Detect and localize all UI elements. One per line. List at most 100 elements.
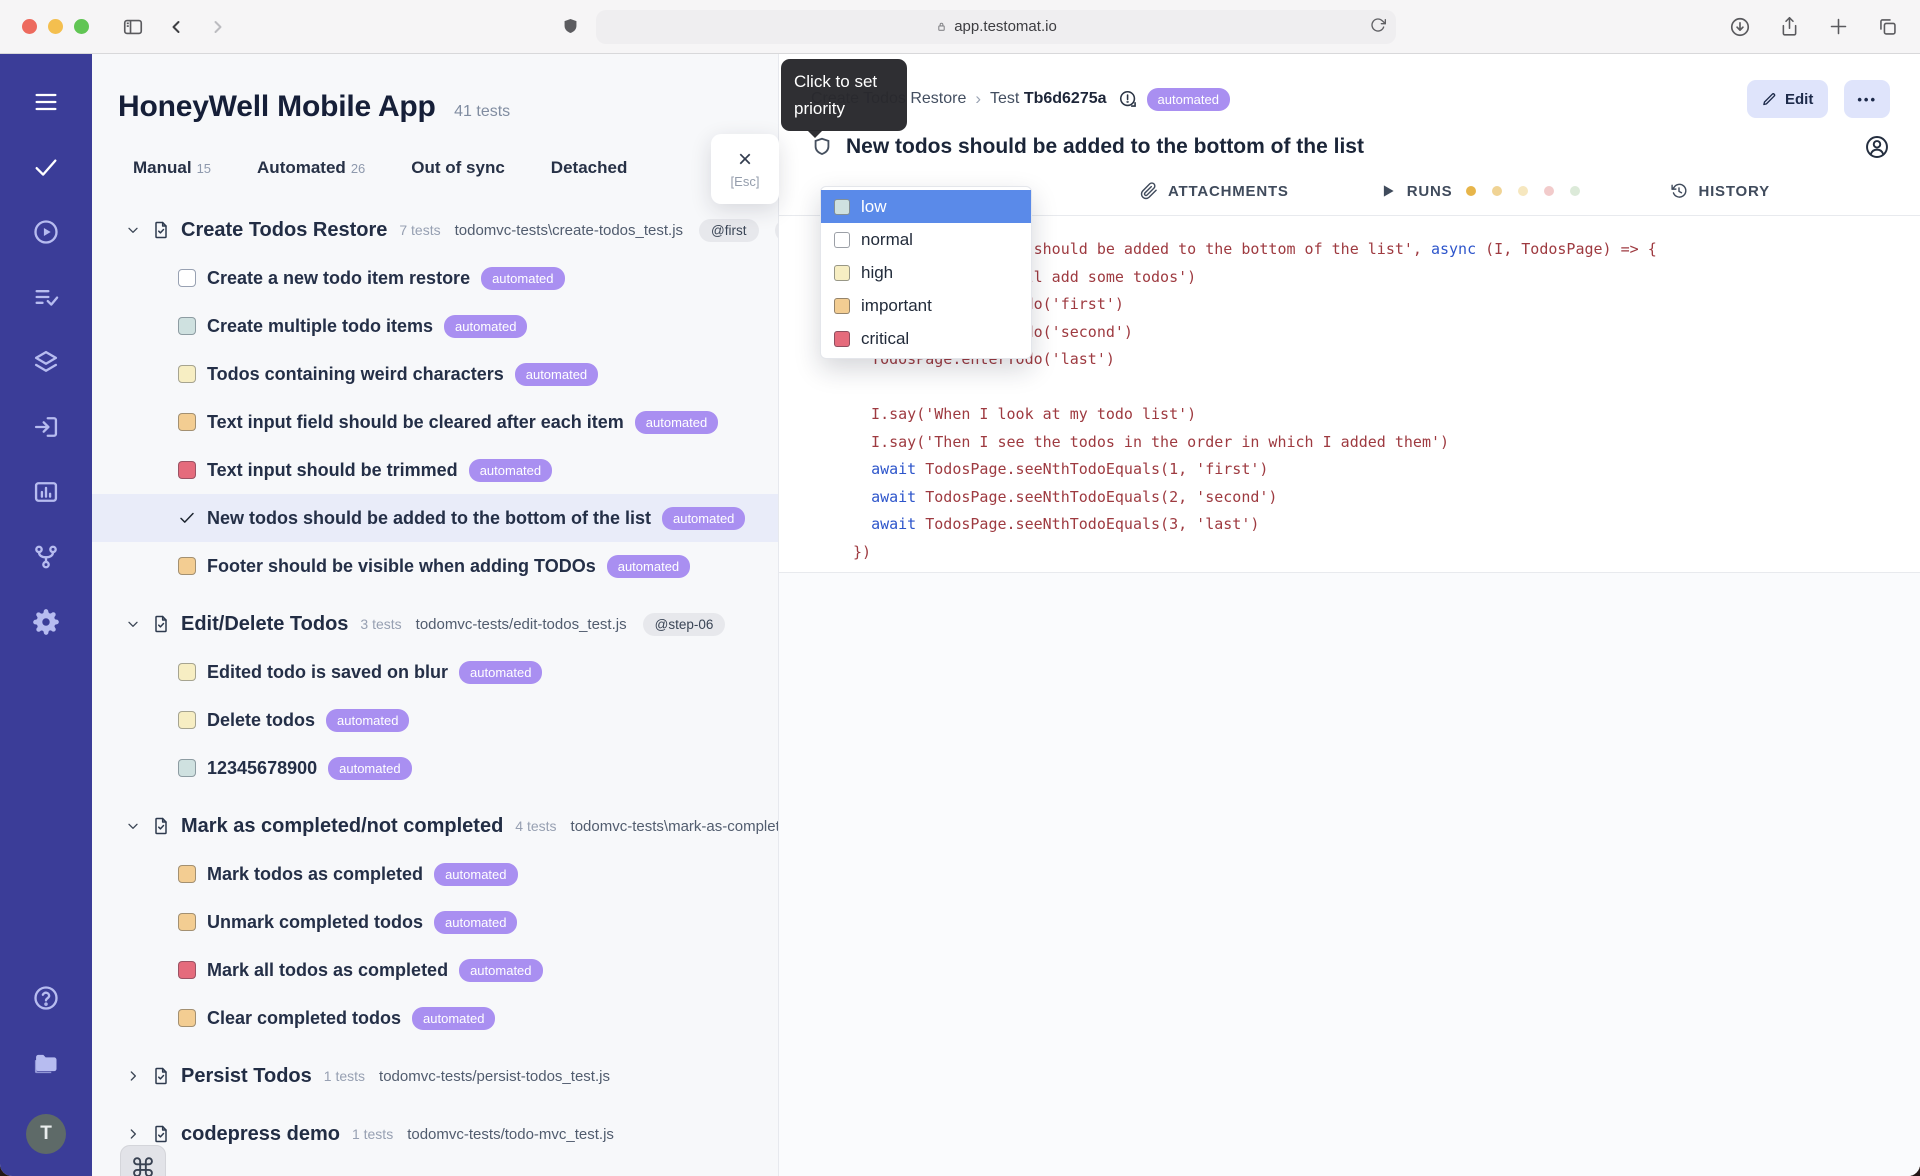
test-title[interactable]: Delete todos bbox=[207, 710, 315, 731]
layers-icon[interactable] bbox=[32, 348, 60, 376]
tab-attachments[interactable]: ATTACHMENTS bbox=[1140, 182, 1289, 200]
suite-name[interactable]: Edit/Delete Todos bbox=[181, 613, 348, 636]
test-row[interactable]: Text input should be trimmed automated bbox=[92, 446, 778, 494]
test-title[interactable]: Unmark completed todos bbox=[207, 912, 423, 933]
test-title[interactable]: Create a new todo item restore bbox=[207, 268, 470, 289]
filter-tab-manual[interactable]: Manual 15 bbox=[133, 158, 211, 178]
sync-status-icon[interactable] bbox=[1118, 89, 1138, 109]
menu-icon[interactable] bbox=[32, 88, 60, 116]
reload-icon[interactable] bbox=[1370, 17, 1386, 37]
test-title[interactable]: Todos containing weird characters bbox=[207, 364, 504, 385]
filter-tab-out-of-sync[interactable]: Out of sync bbox=[411, 158, 505, 178]
suite-header[interactable]: Mark as completed/not completed 4 tests to… bbox=[118, 802, 778, 850]
check-icon[interactable] bbox=[32, 153, 60, 181]
priority-option-low[interactable]: low bbox=[821, 190, 1031, 223]
tag-pill[interactable]: @step-06 bbox=[642, 612, 726, 636]
test-title[interactable]: Create multiple todo items bbox=[207, 316, 433, 337]
tag-pill[interactable]: @first bbox=[699, 218, 759, 242]
test-checkbox[interactable] bbox=[178, 759, 196, 777]
test-title[interactable]: Text input field should be cleared after… bbox=[207, 412, 624, 433]
test-checkbox[interactable] bbox=[178, 413, 196, 431]
test-checkbox[interactable] bbox=[178, 461, 196, 479]
chevron-right-icon[interactable] bbox=[125, 1068, 141, 1084]
test-title[interactable]: Edited todo is saved on blur bbox=[207, 662, 448, 683]
share-icon[interactable] bbox=[1779, 16, 1800, 37]
privacy-shield-icon[interactable] bbox=[561, 17, 580, 36]
suite-name[interactable]: Create Todos Restore bbox=[181, 219, 387, 242]
chevron-down-icon[interactable] bbox=[125, 616, 141, 632]
list-check-icon[interactable] bbox=[32, 283, 60, 311]
folder-icon[interactable] bbox=[32, 1049, 60, 1077]
test-title[interactable]: Footer should be visible when adding TOD… bbox=[207, 556, 596, 577]
bar-chart-icon[interactable] bbox=[32, 478, 60, 506]
test-row[interactable]: Edited todo is saved on blur automated bbox=[92, 648, 778, 696]
test-title[interactable]: Mark all todos as completed bbox=[207, 960, 448, 981]
assignee-icon[interactable] bbox=[1864, 134, 1890, 160]
close-panel-button[interactable]: × [Esc] bbox=[711, 134, 779, 204]
priority-option-normal[interactable]: normal bbox=[821, 223, 1031, 256]
play-circle-icon[interactable] bbox=[32, 218, 60, 246]
help-icon[interactable] bbox=[32, 984, 60, 1012]
test-row[interactable]: New todos should be added to the bottom … bbox=[92, 494, 778, 542]
test-checkbox[interactable] bbox=[178, 365, 196, 383]
suite-header[interactable]: Create Todos Restore 7 tests todomvc-tests… bbox=[118, 206, 778, 254]
new-tab-icon[interactable] bbox=[1828, 16, 1849, 37]
test-checkbox[interactable] bbox=[178, 317, 196, 335]
chevron-down-icon[interactable] bbox=[125, 222, 141, 238]
test-title[interactable]: 12345678900 bbox=[207, 758, 317, 779]
tab-runs[interactable]: RUNS bbox=[1379, 182, 1581, 200]
test-checkbox[interactable] bbox=[178, 557, 196, 575]
close-icon[interactable]: × bbox=[738, 147, 752, 171]
filter-tab-detached[interactable]: Detached bbox=[551, 158, 628, 178]
priority-option-critical[interactable]: critical bbox=[821, 322, 1031, 355]
test-checkbox[interactable] bbox=[178, 269, 196, 287]
suite-name[interactable]: Mark as completed/not completed bbox=[181, 815, 503, 838]
test-row[interactable]: Text input field should be cleared after… bbox=[92, 398, 778, 446]
tab-history[interactable]: HISTORY bbox=[1670, 182, 1769, 200]
address-bar[interactable]: app.testomat.io bbox=[596, 9, 1396, 44]
test-checkbox[interactable] bbox=[178, 865, 196, 883]
test-checkbox[interactable] bbox=[178, 1009, 196, 1027]
test-checkbox[interactable] bbox=[178, 961, 196, 979]
test-row[interactable]: Unmark completed todos automated bbox=[92, 898, 778, 946]
suite-header[interactable]: Persist Todos 1 tests todomvc-tests/persis… bbox=[118, 1052, 778, 1100]
suite-header[interactable]: Edit/Delete Todos 3 tests todomvc-tests/ed… bbox=[118, 600, 778, 648]
chevron-down-icon[interactable] bbox=[125, 818, 141, 834]
test-row[interactable]: Create multiple todo items automated bbox=[92, 302, 778, 350]
test-row[interactable]: Todos containing weird characters automat… bbox=[92, 350, 778, 398]
test-checkbox[interactable] bbox=[178, 913, 196, 931]
suite-header[interactable]: codepress demo 1 tests todomvc-tests/todo-… bbox=[118, 1110, 778, 1158]
test-checkbox[interactable] bbox=[178, 663, 196, 681]
forward-icon[interactable] bbox=[208, 17, 228, 37]
zoom-button[interactable] bbox=[74, 19, 89, 34]
test-row[interactable]: 12345678900 automated bbox=[92, 744, 778, 792]
suite-name[interactable]: Persist Todos bbox=[181, 1065, 312, 1088]
test-checkbox[interactable] bbox=[178, 711, 196, 729]
priority-option-important[interactable]: important bbox=[821, 289, 1031, 322]
test-title[interactable]: New todos should be added to the bottom … bbox=[207, 508, 651, 529]
gear-icon[interactable] bbox=[32, 608, 60, 636]
close-button[interactable] bbox=[22, 19, 37, 34]
git-branch-icon[interactable] bbox=[32, 543, 60, 571]
filter-tab-automated[interactable]: Automated 26 bbox=[257, 158, 365, 178]
test-row[interactable]: Clear completed todos automated bbox=[92, 994, 778, 1042]
sign-in-icon[interactable] bbox=[32, 413, 60, 441]
more-actions-button[interactable]: ••• bbox=[1844, 80, 1890, 118]
tab-overview-icon[interactable] bbox=[1877, 16, 1898, 37]
chevron-right-icon[interactable] bbox=[125, 1126, 141, 1142]
downloads-icon[interactable] bbox=[1729, 16, 1751, 38]
test-title[interactable]: Clear completed todos bbox=[207, 1008, 401, 1029]
keyboard-shortcuts-button[interactable]: ⌘ bbox=[120, 1145, 166, 1176]
back-icon[interactable] bbox=[166, 17, 186, 37]
priority-option-high[interactable]: high bbox=[821, 256, 1031, 289]
edit-button[interactable]: Edit bbox=[1747, 80, 1829, 118]
test-row[interactable]: Mark all todos as completed automated bbox=[92, 946, 778, 994]
user-avatar[interactable]: T bbox=[26, 1114, 66, 1154]
test-row[interactable]: Footer should be visible when adding TOD… bbox=[92, 542, 778, 590]
test-title[interactable]: Mark todos as completed bbox=[207, 864, 423, 885]
sidebar-toggle-icon[interactable] bbox=[122, 16, 144, 38]
test-row[interactable]: Mark todos as completed automated bbox=[92, 850, 778, 898]
suite-name[interactable]: codepress demo bbox=[181, 1123, 340, 1146]
test-row[interactable]: Create a new todo item restore automated bbox=[92, 254, 778, 302]
test-row[interactable]: Delete todos automated bbox=[92, 696, 778, 744]
